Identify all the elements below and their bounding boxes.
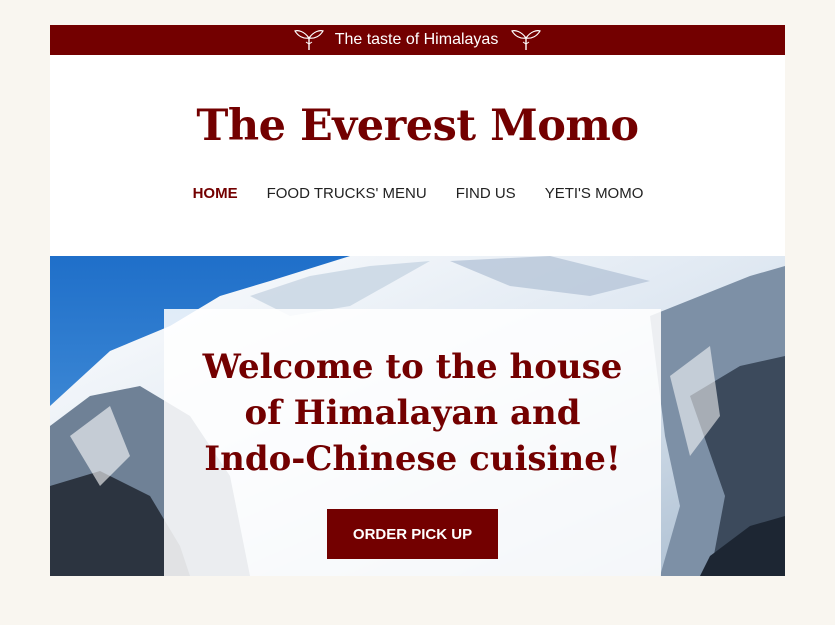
leaf-sprout-icon (293, 30, 324, 50)
welcome-panel: Welcome to the house of Himalayan and In… (164, 309, 661, 576)
tagline-text: The taste of Himalayas (334, 31, 499, 48)
hero-section: Welcome to the house of Himalayan and In… (50, 256, 785, 576)
nav-item-food-trucks-menu[interactable]: FOOD TRUCKS' MENU (266, 185, 427, 202)
hero-headline: Welcome to the house of Himalayan and In… (164, 344, 661, 482)
headline-line: of Himalayan and (244, 393, 581, 433)
headline-line: Welcome to the house (202, 347, 623, 387)
main-navigation: HOME FOOD TRUCKS' MENU FIND US YETI'S MO… (50, 185, 785, 202)
leaf-sprout-icon (511, 30, 542, 50)
site-title[interactable]: The Everest Momo (50, 101, 785, 151)
nav-item-home[interactable]: HOME (192, 185, 238, 202)
nav-item-find-us[interactable]: FIND US (455, 185, 516, 202)
headline-line: Indo-Chinese cuisine! (204, 439, 621, 479)
announcement-bar: The taste of Himalayas (50, 25, 785, 55)
page-container: The taste of Himalayas The Everest Momo … (50, 25, 785, 576)
order-pick-up-button[interactable]: ORDER PICK UP (327, 509, 498, 559)
nav-item-yetis-momo[interactable]: YETI'S MOMO (544, 185, 644, 202)
